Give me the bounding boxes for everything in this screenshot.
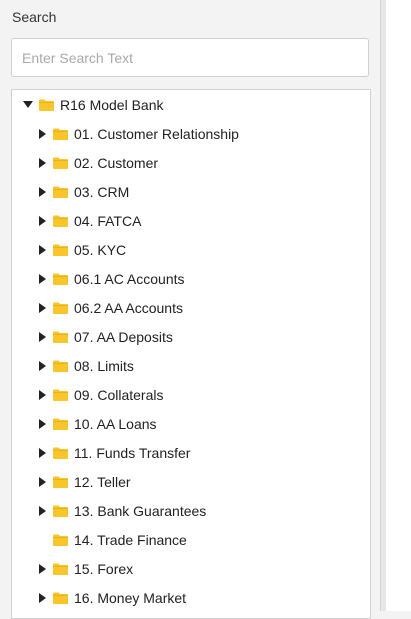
folder-icon [53, 215, 68, 227]
folder-icon [53, 128, 68, 140]
tree-item[interactable]: 11. Funds Transfer [37, 441, 190, 465]
tree-item-label: 13. Bank Guarantees [74, 503, 207, 519]
folder-icon [53, 592, 68, 604]
tree-item[interactable]: 16. Money Market [37, 586, 186, 610]
folder-icon [53, 360, 68, 372]
folder-icon [53, 389, 68, 401]
folder-icon [39, 99, 54, 111]
tree-item-label: 02. Customer [74, 155, 159, 171]
collapsed-arrow-icon[interactable] [37, 505, 47, 517]
search-input[interactable] [12, 39, 368, 76]
folder-icon [53, 418, 68, 430]
tree-item-label: 10. AA Loans [74, 416, 157, 432]
folder-icon [53, 563, 68, 575]
folder-icon [53, 186, 68, 198]
tree-item[interactable]: 14. Trade Finance [37, 528, 187, 552]
tree-item-label: 05. KYC [74, 242, 127, 258]
tree-item-label: 04. FATCA [74, 213, 142, 229]
expanded-arrow-icon[interactable] [23, 99, 33, 111]
tree-item[interactable]: 06.1 AC Accounts [37, 267, 185, 291]
tree-item[interactable]: 06.2 AA Accounts [37, 296, 183, 320]
tree-item-label: 14. Trade Finance [74, 532, 187, 548]
tree-item-label: 06.1 AC Accounts [74, 271, 185, 287]
navigation-panel: Search R16 Model Bank 01. Customer Relat… [0, 0, 380, 619]
tree-root[interactable]: R16 Model Bank [23, 93, 164, 117]
tree-item-label: 07. AA Deposits [74, 329, 173, 345]
folder-icon [53, 505, 68, 517]
tree-item[interactable]: 10. AA Loans [37, 412, 157, 436]
collapsed-arrow-icon[interactable] [37, 215, 47, 227]
collapsed-arrow-icon[interactable] [37, 128, 47, 140]
tree-item-label: 01. Customer Relationship [74, 126, 239, 142]
tree-item[interactable]: 04. FATCA [37, 209, 141, 233]
tree-item[interactable]: 05. KYC [37, 238, 126, 262]
collapsed-arrow-icon[interactable] [37, 302, 47, 314]
folder-icon [53, 331, 68, 343]
menu-tree: R16 Model Bank 01. Customer Relationship… [11, 89, 371, 619]
collapsed-arrow-icon[interactable] [37, 476, 47, 488]
search-box[interactable] [11, 38, 369, 77]
folder-icon [53, 534, 68, 546]
tree-item-label: 16. Money Market [74, 590, 187, 606]
collapsed-arrow-icon[interactable] [37, 360, 47, 372]
tree-item-label: 15. Forex [74, 561, 134, 577]
tree-item[interactable]: 15. Forex [37, 557, 133, 581]
tree-item-label: 09. Collaterals [74, 387, 164, 403]
collapsed-arrow-icon[interactable] [37, 418, 47, 430]
tree-item[interactable]: 07. AA Deposits [37, 325, 173, 349]
tree-item-label: 12. Teller [74, 474, 131, 490]
folder-icon [53, 476, 68, 488]
folder-icon [53, 244, 68, 256]
collapsed-arrow-icon[interactable] [37, 563, 47, 575]
tree-item-label: 06.2 AA Accounts [74, 300, 183, 316]
collapsed-arrow-icon[interactable] [37, 331, 47, 343]
collapsed-arrow-icon[interactable] [37, 273, 47, 285]
search-label: Search [12, 9, 57, 25]
collapsed-arrow-icon[interactable] [37, 447, 47, 459]
tree-item[interactable]: 09. Collaterals [37, 383, 164, 407]
tree-item[interactable]: 08. Limits [37, 354, 134, 378]
folder-icon [53, 447, 68, 459]
tree-item-label: 08. Limits [74, 358, 134, 374]
collapsed-arrow-icon[interactable] [37, 592, 47, 604]
collapsed-arrow-icon[interactable] [37, 244, 47, 256]
collapsed-arrow-icon[interactable] [37, 186, 47, 198]
folder-icon [53, 157, 68, 169]
tree-item[interactable]: 01. Customer Relationship [37, 122, 239, 146]
folder-icon [53, 273, 68, 285]
tree-item[interactable]: 12. Teller [37, 470, 131, 494]
tree-item[interactable]: 02. Customer [37, 151, 158, 175]
tree-item-label: 11. Funds Transfer [74, 445, 191, 461]
folder-icon [53, 302, 68, 314]
tree-item[interactable]: 03. CRM [37, 180, 129, 204]
tree-root-label: R16 Model Bank [60, 97, 164, 113]
tree-item-label: 03. CRM [74, 184, 130, 200]
tree-item[interactable]: 13. Bank Guarantees [37, 499, 206, 523]
collapsed-arrow-icon[interactable] [37, 157, 47, 169]
collapsed-arrow-icon[interactable] [37, 389, 47, 401]
content-pane [386, 0, 411, 611]
